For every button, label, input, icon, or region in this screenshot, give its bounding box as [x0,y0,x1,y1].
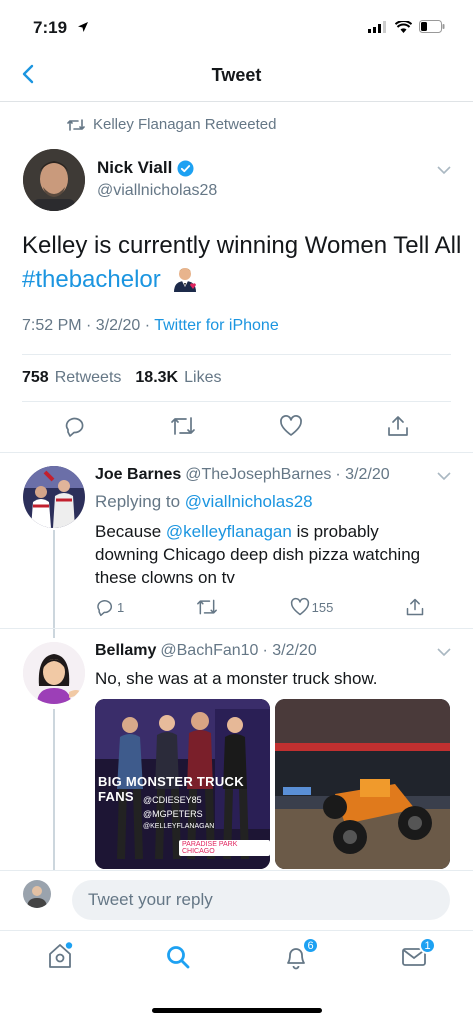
reply-options-chevron-icon[interactable] [437,647,451,657]
retweet-context-text: Kelley Flanagan Retweeted [93,116,277,133]
verified-badge-icon [177,160,194,176]
reply-header: Bellamy @BachFan10 · 3/2/20 [95,642,317,660]
reply-text: No, she was at a monster truck show. [95,669,378,688]
bachelor-hashflag-icon [174,268,197,292]
replying-to-label: Replying to [95,492,181,511]
tweet-actions [22,414,451,438]
share-icon[interactable] [386,414,410,438]
reply-date: · 3/2/20 [335,466,390,483]
photo-location-tag: PARADISE PARK CHICAGO [179,840,270,856]
reply-comment-action[interactable]: 1 [95,597,124,617]
retweet-icon[interactable] [170,414,196,438]
notifications-badge: 6 [302,937,319,954]
replying-to-handle[interactable]: @viallnicholas28 [185,492,313,511]
home-icon[interactable] [47,942,73,970]
reply-text-before: Because [95,522,166,541]
reply-header: Joe Barnes @TheJosephBarnes · 3/2/20 [95,466,390,484]
tweet-reply-input[interactable]: Tweet your reply [72,880,450,920]
retweet-icon[interactable] [196,597,218,617]
divider [0,452,473,453]
divider [22,401,451,402]
author-handle[interactable]: @viallnicholas28 [97,182,217,200]
reply-options-chevron-icon[interactable] [437,471,451,481]
search-icon[interactable] [165,944,191,970]
photo-tag: @CDIESEY85 [143,795,202,805]
reply-actions: 1 155 [95,597,425,617]
reply-author-name[interactable]: Bellamy [95,642,156,660]
tweet-stats: 758 Retweets 18.3K Likes [22,369,221,387]
author-avatar[interactable] [23,149,85,211]
reply-photo-monster-truck[interactable] [275,699,450,869]
status-icons [368,20,445,33]
tweet-timestamp-row: 7:52 PM · 3/2/20 · Twitter for iPhone [22,317,279,335]
tweet-text: Kelley is currently winning Women Tell A… [22,229,462,297]
reply-author-name[interactable]: Joe Barnes [95,466,181,484]
divider [0,628,473,629]
signal-icon [368,20,386,33]
retweet-context[interactable]: Kelley Flanagan Retweeted [67,116,276,133]
thread-connector [53,709,55,871]
share-icon[interactable] [405,597,425,617]
reply-date: · 3/2/20 [262,642,317,659]
photo-tag: @MGPETERS [143,809,203,819]
reply-text: Because @kelleyflanagan is probably down… [95,520,445,589]
reply-author-handle[interactable]: @TheJosephBarnes [185,466,331,484]
status-time: 7:19 [33,18,68,37]
wifi-icon [395,20,412,33]
header-divider [0,101,473,102]
home-indicator [152,1008,322,1013]
thread-connector [53,530,55,638]
likes-label[interactable]: Likes [184,369,221,387]
current-user-avatar[interactable] [23,880,51,908]
reply-icon [97,600,113,617]
monster-truck-illustration [275,699,450,869]
reply-like-action[interactable]: 155 [290,597,334,617]
tweet-options-chevron-icon[interactable] [437,165,451,175]
retweet-icon [67,118,85,131]
tweet-timestamp: 7:52 PM · 3/2/20 · [22,317,155,334]
messages-badge: 1 [419,937,436,954]
author-name: Nick Viall [97,158,173,177]
reply-author-handle[interactable]: @BachFan10 [160,642,258,660]
hashtag-link[interactable]: #thebachelor [22,266,161,293]
reply-icon[interactable] [63,414,87,438]
retweets-label[interactable]: Retweets [55,369,122,387]
tweet-text-body: Kelley is currently winning Women Tell A… [22,232,462,259]
author-name-row[interactable]: Nick Viall [97,158,194,178]
reply-avatar[interactable] [23,466,85,528]
retweets-count[interactable]: 758 [22,369,49,387]
like-count: 155 [311,599,334,615]
battery-icon [419,20,445,33]
mention-link[interactable]: @kelleyflanagan [166,522,292,541]
reply-photo-fans[interactable]: BIG MONSTER TRUCK FANS @CDIESEY85 @MGPET… [95,699,270,869]
photo-tag: @KELLEYFLANAGAN [143,823,215,830]
replying-to-line: Replying to @viallnicholas28 [95,490,445,513]
tweet-source-link[interactable]: Twitter for iPhone [154,317,279,334]
reply-count: 1 [117,599,125,615]
like-heart-icon [290,597,309,616]
likes-count[interactable]: 18.3K [135,369,178,387]
location-arrow-icon [78,22,88,32]
reply-avatar[interactable] [23,642,85,704]
page-title: Tweet [211,65,262,85]
divider [22,354,451,355]
like-heart-icon[interactable] [279,414,303,438]
